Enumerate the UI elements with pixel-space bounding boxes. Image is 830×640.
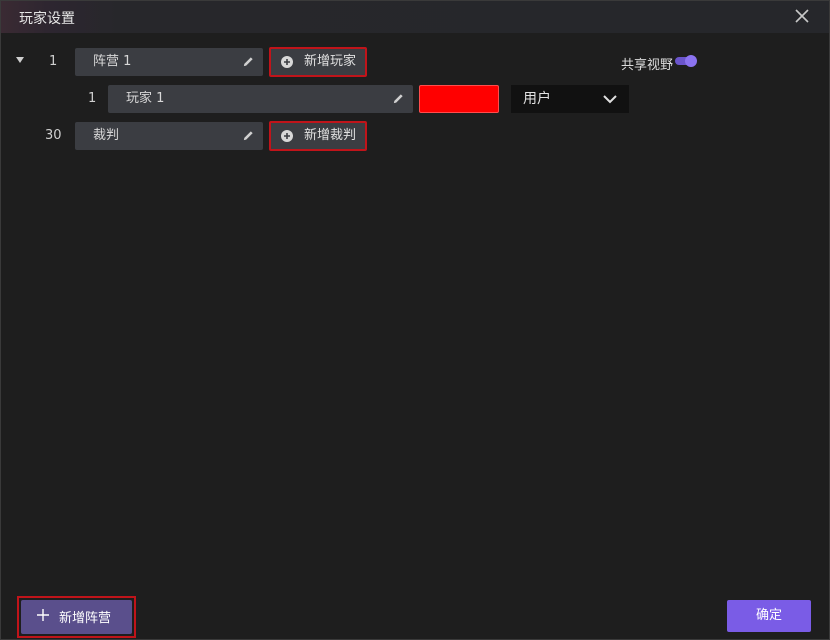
add-camp-button-fill: 新增阵营 — [21, 600, 132, 634]
caret-down-icon[interactable] — [16, 57, 24, 63]
referee-name-field[interactable]: 裁判 — [75, 122, 263, 150]
close-icon[interactable] — [793, 7, 811, 25]
confirm-button[interactable]: 确定 — [727, 600, 811, 632]
title-bar: 玩家设置 — [1, 1, 829, 33]
camp-name-text: 阵营 1 — [93, 54, 132, 69]
player-role-value: 用户 — [523, 91, 551, 107]
pencil-icon[interactable] — [392, 92, 405, 105]
add-player-button[interactable]: 新增玩家 — [269, 47, 367, 77]
player-role-select[interactable]: 用户 — [511, 85, 629, 113]
camp-name-field[interactable]: 阵营 1 — [75, 48, 263, 76]
player-name-field[interactable]: 玩家 1 — [108, 85, 413, 113]
pencil-icon[interactable] — [242, 129, 255, 142]
player-settings-dialog: 玩家设置 1 阵营 1 新增玩家 共享视野 1 玩家 1 用户 30 裁判 新增… — [0, 0, 830, 640]
player-index: 1 — [88, 91, 97, 106]
camp-index: 1 — [49, 54, 58, 69]
add-camp-button[interactable]: 新增阵营 — [17, 596, 136, 638]
referee-index: 30 — [45, 128, 62, 143]
add-referee-label: 新增裁判 — [304, 128, 357, 143]
dialog-title: 玩家设置 — [19, 11, 75, 27]
player-name-text: 玩家 1 — [126, 91, 165, 106]
add-camp-label: 新增阵营 — [59, 611, 112, 626]
plus-circle-icon — [281, 56, 293, 68]
add-player-label: 新增玩家 — [304, 54, 357, 69]
share-vision-toggle[interactable] — [675, 55, 697, 67]
referee-name-text: 裁判 — [93, 128, 120, 143]
toggle-knob — [685, 55, 697, 67]
add-referee-button[interactable]: 新增裁判 — [269, 121, 367, 151]
pencil-icon[interactable] — [242, 55, 255, 68]
share-vision-label: 共享视野 — [621, 58, 674, 73]
player-color-swatch[interactable] — [419, 85, 499, 113]
plus-icon — [37, 609, 49, 621]
chevron-down-icon — [603, 95, 617, 104]
plus-circle-icon — [281, 130, 293, 142]
